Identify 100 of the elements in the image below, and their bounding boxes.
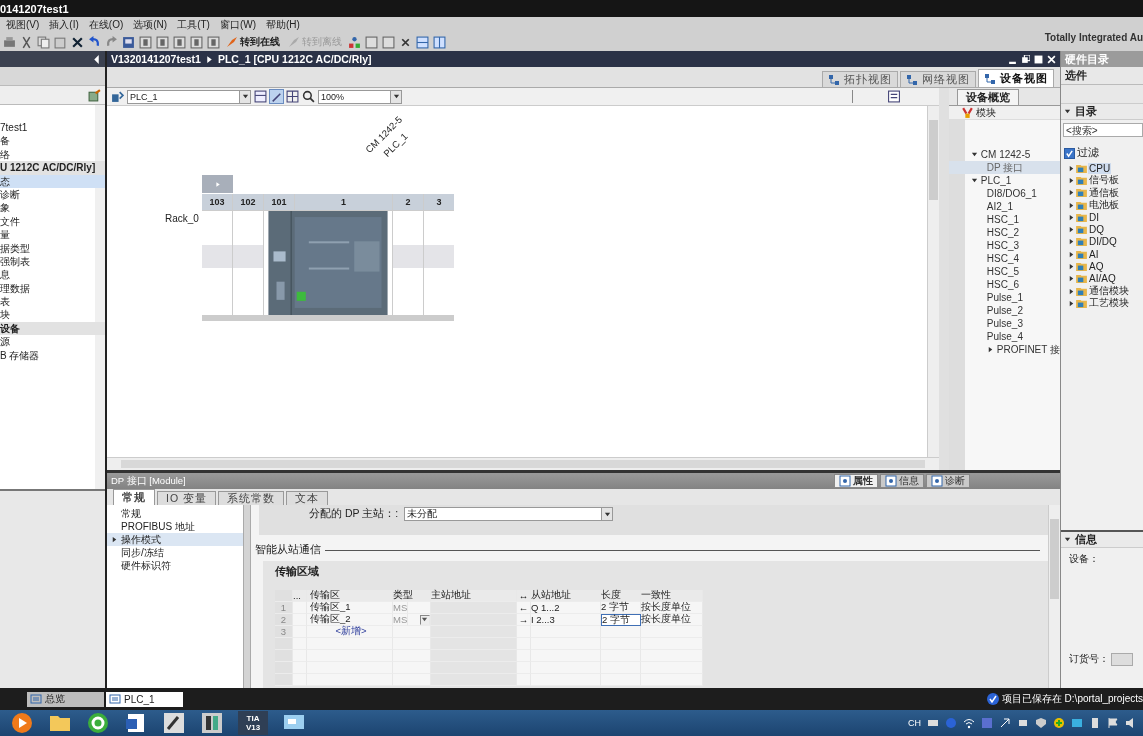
tree-item[interactable]: 据类型 <box>0 241 105 255</box>
nav-item[interactable]: 硬件标识符 <box>107 559 243 572</box>
expander-icon[interactable] <box>970 177 978 184</box>
tree-item[interactable]: 设备 <box>0 321 105 336</box>
catalog-folder[interactable]: 信号板 <box>1088 173 1120 188</box>
overview-row[interactable]: HSC_2 <box>948 226 1060 239</box>
menu-item[interactable]: 插入(I) <box>47 18 81 32</box>
zoom-icon[interactable] <box>302 90 315 103</box>
device-dropdown[interactable]: PLC_1 <box>127 89 251 104</box>
plc-device-drawing[interactable] <box>264 211 392 315</box>
property-tab[interactable]: 系统常数 <box>218 491 284 505</box>
nav-item[interactable]: 常规 <box>107 507 243 520</box>
tree-item[interactable]: 7test1 <box>0 121 105 135</box>
app-icon[interactable] <box>200 711 224 735</box>
filter-checkbox[interactable] <box>1064 147 1075 159</box>
expander-icon[interactable] <box>970 151 978 158</box>
overview-row[interactable]: HSC_6 <box>948 278 1060 291</box>
grid-icon[interactable] <box>286 90 299 103</box>
overview-row[interactable]: Pulse_4 <box>948 330 1060 343</box>
display-area-icon[interactable] <box>254 90 267 103</box>
menu-item[interactable]: 选项(N) <box>131 18 170 32</box>
pencil-icon[interactable] <box>270 90 283 103</box>
browser-icon[interactable] <box>86 711 110 735</box>
zoom-dropdown[interactable]: 100% <box>318 89 402 104</box>
collapse-arrow-icon[interactable] <box>92 54 101 64</box>
view-tab[interactable]: 网络视图 <box>900 71 976 87</box>
breadcrumb-project[interactable]: V1320141207test1 <box>111 53 201 65</box>
tree-item[interactable]: B 存储器 <box>0 348 105 363</box>
search-field[interactable]: <搜索> <box>1063 123 1143 137</box>
device-select-icon[interactable] <box>111 90 124 103</box>
catalog-folder[interactable]: AI <box>1088 248 1100 260</box>
tree-item[interactable]: 源 <box>0 335 105 349</box>
catalog-folder[interactable]: AQ <box>1088 261 1105 272</box>
tia-portal-button[interactable]: TIA V13 <box>238 711 268 735</box>
tree-item[interactable]: 表 <box>0 295 105 309</box>
shield-icon[interactable] <box>1035 717 1047 729</box>
type-dropdown[interactable] <box>420 614 430 625</box>
monitor-icon[interactable] <box>1071 717 1083 729</box>
property-tab[interactable]: IO 变量 <box>157 491 216 505</box>
wifi-icon[interactable] <box>963 717 975 729</box>
menu-item[interactable]: 窗口(W) <box>217 18 259 32</box>
tree-item[interactable]: 量 <box>0 228 105 242</box>
tree-item[interactable]: 息 <box>0 268 105 282</box>
copy-icon[interactable] <box>37 35 50 49</box>
nav-item[interactable]: PROFIBUS 地址 <box>107 520 243 533</box>
menu-item[interactable]: 工具(T) <box>175 18 212 32</box>
editor-tab[interactable]: 总览 <box>27 691 104 707</box>
editor-tab[interactable]: PLC_1 <box>106 691 183 707</box>
restore-icon[interactable] <box>1021 54 1030 64</box>
arrow-icon[interactable] <box>999 717 1011 729</box>
paint-icon[interactable] <box>162 711 186 735</box>
catalog-folder[interactable]: CPU <box>1088 162 1112 174</box>
flag-icon[interactable] <box>1107 717 1119 729</box>
property-tab[interactable]: 常规 <box>113 489 155 505</box>
catalog-folder[interactable]: 通信板 <box>1088 185 1120 200</box>
tree-item[interactable]: 备 <box>0 134 105 148</box>
breadcrumb-device[interactable]: PLC_1 [CPU 1212C AC/DC/Rly] <box>217 53 372 65</box>
split-horizontal-icon[interactable] <box>416 35 429 49</box>
tree-item[interactable]: 块 <box>0 308 105 322</box>
tree-item[interactable]: 理数据 <box>0 281 105 296</box>
view-tab[interactable]: 拓扑视图 <box>822 71 898 87</box>
maximize-icon[interactable] <box>1034 54 1043 64</box>
undo-icon[interactable] <box>88 35 101 49</box>
overview-row[interactable]: PROFINET 接 <box>948 343 1060 356</box>
overview-row[interactable]: HSC_4 <box>948 252 1060 265</box>
catalog-folder[interactable]: AI/AQ <box>1088 273 1117 285</box>
language-indicator[interactable]: CH <box>908 718 921 728</box>
overview-row[interactable]: PLC_1 <box>948 174 1060 187</box>
cut-icon[interactable] <box>20 35 33 49</box>
overview-row[interactable]: HSC_5 <box>948 265 1060 278</box>
scrollbar[interactable] <box>1048 505 1060 688</box>
master-dropdown[interactable]: 未分配 <box>404 507 614 521</box>
toolbar-button[interactable]: 转到在线 <box>224 35 282 49</box>
nav-item[interactable]: 同步/冻结 <box>107 546 243 559</box>
panel-tab[interactable]: 信息 <box>880 474 924 488</box>
overview-row[interactable]: Pulse_2 <box>948 304 1060 317</box>
add-device-icon[interactable] <box>88 88 101 102</box>
panel-tab[interactable]: 属性 <box>834 474 878 488</box>
menu-item[interactable]: 帮助(H) <box>264 18 302 32</box>
close-icon[interactable] <box>1047 54 1056 64</box>
split-vertical-icon[interactable] <box>433 35 446 49</box>
tree-item[interactable]: 象 <box>0 201 105 215</box>
delete-icon[interactable] <box>71 35 84 49</box>
menu-item[interactable]: 在线(O) <box>86 18 126 32</box>
plus-icon[interactable] <box>1053 717 1065 729</box>
overview-row[interactable]: DP 接口 <box>948 161 1060 174</box>
catalog-folder[interactable]: DI/DQ <box>1088 236 1118 248</box>
menu-item[interactable]: 视图(V) <box>4 18 42 32</box>
overview-row[interactable]: HSC_3 <box>948 239 1060 252</box>
add-row-link[interactable]: <新增> <box>307 626 393 638</box>
tree-item[interactable]: 强制表 <box>0 254 105 269</box>
tree-item[interactable]: 络 <box>0 147 105 162</box>
expander-icon[interactable] <box>986 346 994 353</box>
catalog-folder[interactable]: DI <box>1088 211 1100 223</box>
print-icon[interactable] <box>3 35 16 49</box>
tree-item[interactable]: 诊断 <box>0 187 105 202</box>
collapse-icon[interactable] <box>1064 536 1071 543</box>
overview-row[interactable]: Pulse_3 <box>948 317 1060 330</box>
overview-row[interactable]: Pulse_1 <box>948 291 1060 304</box>
tree-item[interactable]: 文件 <box>0 214 105 229</box>
